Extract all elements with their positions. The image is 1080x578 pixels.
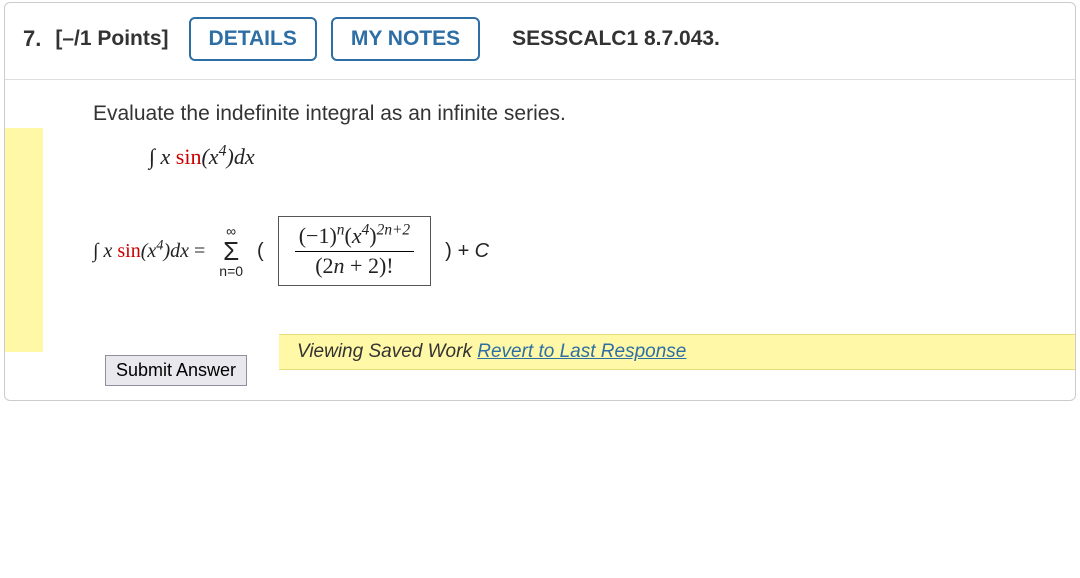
- submit-answer-button[interactable]: Submit Answer: [105, 355, 247, 386]
- question-card: 7. [–/1 Points] DETAILS MY NOTES SESSCAL…: [4, 2, 1076, 401]
- answer-input-box[interactable]: (−1)n(x4)2n+2 (2n + 2)!: [278, 216, 431, 286]
- sin-function: sin: [176, 144, 202, 169]
- sigma-lower: n=0: [219, 264, 243, 278]
- my-notes-button[interactable]: MY NOTES: [331, 17, 480, 61]
- highlight-stripe: [5, 128, 43, 352]
- question-number: 7.: [23, 26, 41, 52]
- saved-work-label: Viewing Saved Work: [297, 341, 477, 362]
- given-integral: ∫ x sin(x4)dx: [149, 144, 1055, 170]
- integral-symbol: ∫: [149, 144, 155, 169]
- inner-exponent: 4: [219, 143, 227, 160]
- answer-row: ∫ x sin(x4)dx = ∞ Σ n=0 ( (−1)n(x4)2n+2 …: [93, 216, 1055, 286]
- open-paren: (: [257, 240, 264, 263]
- inner-pre: (x: [201, 144, 218, 169]
- revert-link[interactable]: Revert to Last Response: [477, 341, 686, 362]
- sigma-notation: ∞ Σ n=0: [219, 224, 243, 278]
- lhs-integral: ∫ x sin(x4)dx =: [93, 240, 205, 263]
- inner-post: )dx: [227, 144, 255, 169]
- sigma-symbol: Σ: [223, 238, 239, 264]
- trailing: ) + C: [445, 240, 489, 263]
- fraction-denominator: (2n + 2)!: [315, 252, 393, 278]
- question-prompt: Evaluate the indefinite integral as an i…: [93, 102, 1055, 126]
- integral-var-2: x: [103, 240, 112, 262]
- inner-pre-2: (x: [141, 240, 157, 262]
- question-header: 7. [–/1 Points] DETAILS MY NOTES SESSCAL…: [5, 3, 1075, 80]
- inner-post-2: )dx: [163, 240, 189, 262]
- question-body: Evaluate the indefinite integral as an i…: [5, 80, 1075, 400]
- question-content: Evaluate the indefinite integral as an i…: [93, 102, 1075, 286]
- submit-wrap: Submit Answer: [105, 355, 247, 386]
- integral-var: x: [161, 144, 171, 169]
- sin-function-2: sin: [117, 240, 140, 262]
- plus-c: + C: [452, 240, 489, 262]
- fraction: (−1)n(x4)2n+2 (2n + 2)!: [295, 224, 414, 277]
- fraction-numerator: (−1)n(x4)2n+2: [295, 224, 414, 251]
- saved-work-strip: Viewing Saved Work Revert to Last Respon…: [279, 334, 1075, 370]
- integral-symbol-2: ∫: [93, 240, 98, 262]
- details-button[interactable]: DETAILS: [189, 17, 317, 61]
- assignment-code: SESSCALC1 8.7.043.: [512, 27, 720, 51]
- points-label: [–/1 Points]: [55, 27, 168, 51]
- close-paren: ): [445, 240, 452, 262]
